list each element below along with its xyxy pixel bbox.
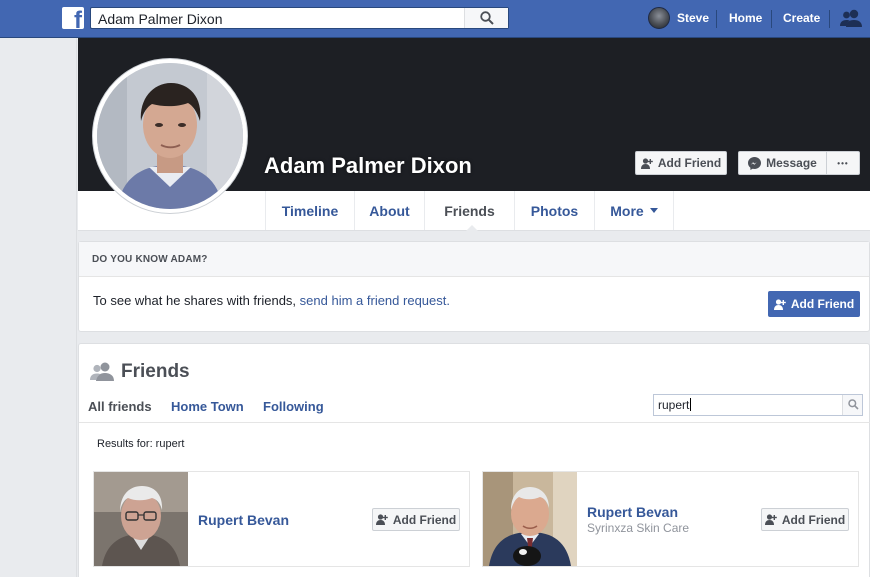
more-options-button[interactable]: ••• [826,151,860,175]
nav-user-profile-link[interactable]: Steve [648,6,709,30]
nav-divider [716,10,717,28]
tab-more[interactable]: More [594,191,674,230]
know-person-heading: DO YOU KNOW ADAM? [79,242,869,277]
nav-divider [829,10,830,28]
more-dots-icon: ••• [837,158,849,168]
friend-photo[interactable] [94,472,188,566]
message-button[interactable]: Message [738,151,827,175]
friends-tab-home-town[interactable]: Home Town [171,399,244,414]
tab-label: Timeline [281,202,339,219]
results-for-label: Results for: rupert [97,438,185,450]
add-friend-button[interactable]: Add Friend [635,151,727,175]
nav-divider [771,10,772,28]
add-friend-label: Add Friend [790,297,855,311]
add-friend-icon [640,157,653,169]
tab-timeline[interactable]: Timeline [265,191,354,230]
global-search-button[interactable] [464,8,508,28]
message-label: Message [766,156,817,170]
add-friend-label: Add Friend [392,512,457,527]
friend-requests-icon[interactable] [840,8,862,28]
left-gutter [0,38,77,577]
friends-section: Friends All friends Home Town Following … [78,343,870,577]
friend-subtitle: Syrinxza Skin Care [587,521,690,535]
friend-name-link[interactable]: Rupert Bevan [198,512,289,528]
friends-search-input[interactable]: rupert [653,394,863,416]
active-tab-indicator [465,225,479,232]
avatar [648,7,670,29]
nav-user-name: Steve [677,11,710,25]
global-search-input[interactable]: Adam Palmer Dixon [90,7,509,29]
search-icon [480,11,494,25]
profile-photo-image [97,63,243,209]
add-friend-label: Add Friend [657,156,722,170]
tab-label: About [369,202,410,219]
caret-down-icon [649,208,658,213]
tab-about[interactable]: About [354,191,424,230]
tab-photos[interactable]: Photos [514,191,594,230]
global-search-value: Adam Palmer Dixon [98,11,223,27]
friend-photo[interactable] [483,472,577,566]
tab-label: More [610,202,644,219]
friend-name-link[interactable]: Rupert Bevan [587,504,678,520]
add-friend-icon [764,514,777,525]
friend-result-card: Rupert Bevan Syrinxza Skin Care Add Frie… [482,471,859,567]
top-navigation-bar: f Adam Palmer Dixon Steve Home Create [0,0,870,38]
add-friend-icon [773,298,786,310]
messenger-icon [748,156,762,170]
friends-section-title: Friends [121,361,190,382]
know-person-text-prefix: To see what he shares with friends, [93,293,300,308]
friend-result-card: Rupert Bevan Add Friend [93,471,470,567]
friends-tab-following[interactable]: Following [263,399,324,414]
facebook-logo-icon[interactable]: f [62,7,84,29]
nav-create-link[interactable]: Create [783,11,820,25]
profile-picture[interactable] [92,58,248,214]
profile-name[interactable]: Adam Palmer Dixon [264,153,472,179]
friends-divider [79,422,870,423]
add-friend-button[interactable]: Add Friend [761,508,849,531]
send-friend-request-link[interactable]: send him a friend request. [300,293,450,308]
friend-photo-image [94,472,188,566]
friends-tab-all[interactable]: All friends [88,399,152,414]
add-friend-button[interactable]: Add Friend [372,508,460,531]
friends-search-text: rupert [658,398,690,412]
add-friend-icon [375,514,388,525]
know-person-card: DO YOU KNOW ADAM? To see what he shares … [78,241,870,332]
friends-search-button[interactable] [842,395,862,415]
nav-home-link[interactable]: Home [729,11,762,25]
add-friend-label: Add Friend [781,512,846,527]
friend-photo-image [483,472,577,566]
know-person-text: To see what he shares with friends, send… [93,293,450,308]
friends-search-value: rupert [658,398,692,412]
friends-icon [90,362,114,381]
search-icon [848,399,859,410]
add-friend-button[interactable]: Add Friend [768,291,860,317]
tab-label: Friends [444,202,495,219]
tab-label: Photos [530,202,579,219]
